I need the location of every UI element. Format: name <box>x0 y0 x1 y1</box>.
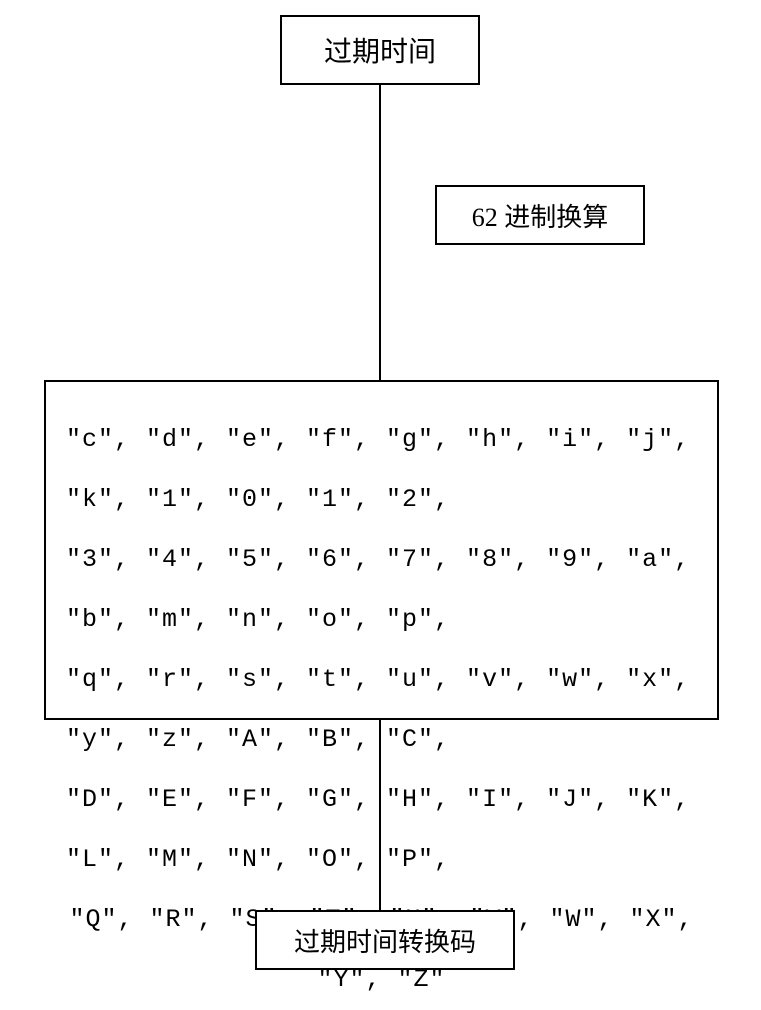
expiry-time-box: 过期时间 <box>280 15 480 85</box>
expiry-time-label: 过期时间 <box>324 30 436 70</box>
character-mapping-box: "c", "d", "e", "f", "g", "h", "i", "j", … <box>44 380 719 720</box>
connector-line-bottom <box>379 720 381 910</box>
expiry-conversion-code-box: 过期时间转换码 <box>255 910 515 970</box>
expiry-conversion-code-label: 过期时间转换码 <box>294 922 476 959</box>
base62-convert-box: 62 进制换算 <box>435 185 645 245</box>
base62-convert-label: 62 进制换算 <box>472 197 609 234</box>
char-line-1: "c", "d", "e", "f", "g", "h", "i", "j", … <box>66 425 690 514</box>
char-line-2: "3", "4", "5", "6", "7", "8", "9", "a", … <box>66 545 690 634</box>
connector-line-top <box>379 85 381 380</box>
